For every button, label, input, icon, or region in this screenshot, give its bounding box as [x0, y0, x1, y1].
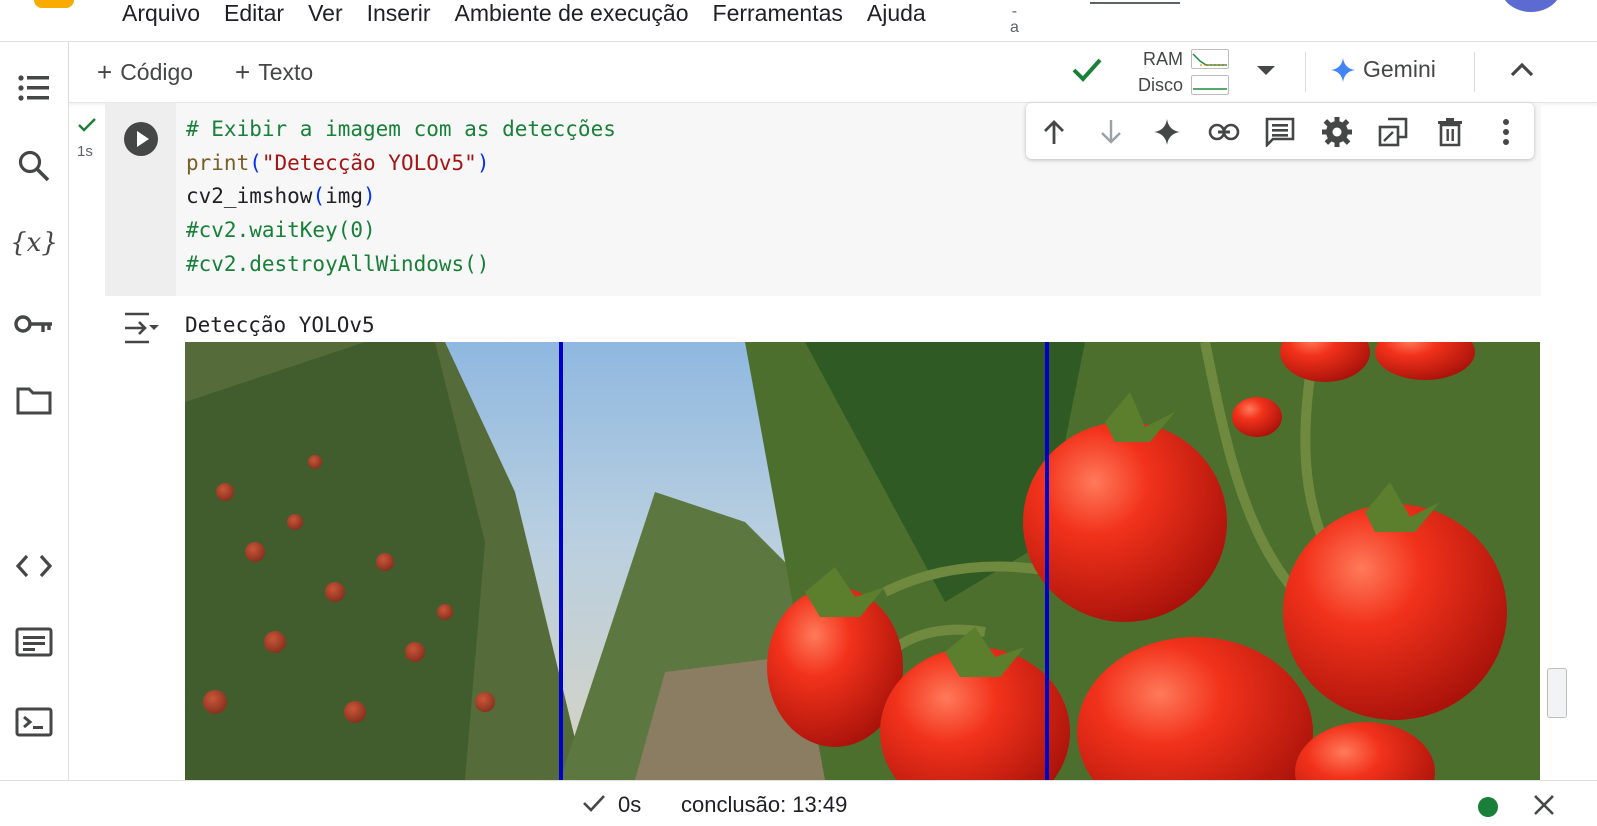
add-text-label: Texto: [258, 58, 314, 85]
link-icon[interactable]: [1208, 116, 1240, 148]
gemini-sparkle-icon: [1331, 57, 1355, 82]
runtime-status-dot: [1478, 797, 1498, 817]
status-completion: conclusão: 13:49: [681, 792, 848, 817]
output-actions-icon[interactable]: [123, 311, 161, 350]
command-palette-icon[interactable]: [14, 622, 54, 662]
cell-gutter: [105, 103, 176, 296]
code-line: #cv2.waitKey(0): [186, 218, 376, 243]
disk-sparkline: [1191, 75, 1229, 95]
connected-check-icon: [1071, 56, 1103, 89]
plus-icon: +: [235, 56, 251, 87]
left-sidebar: {𝑥}: [0, 42, 69, 780]
code-line: print("Detecção YOLOv5"): [186, 150, 490, 175]
status-check-icon: [582, 793, 606, 818]
close-icon[interactable]: [1532, 793, 1556, 822]
folder-icon[interactable]: [14, 380, 54, 420]
main-menu: Arquivo Editar Ver Inserir Ambiente de e…: [110, 0, 938, 28]
ram-sparkline: [1191, 49, 1229, 69]
scrollbar-thumb[interactable]: [1547, 668, 1567, 718]
code-line: cv2_imshow(img): [186, 184, 376, 209]
menu-ver[interactable]: Ver: [296, 0, 355, 28]
terminal-icon[interactable]: [14, 702, 54, 742]
add-code-button[interactable]: + Código: [97, 56, 193, 88]
table-of-contents-icon[interactable]: [14, 68, 54, 108]
menu-inserir[interactable]: Inserir: [355, 0, 443, 28]
gemini-sparkle-icon[interactable]: [1151, 116, 1183, 148]
gemini-button[interactable]: Gemini: [1331, 56, 1436, 83]
code-line: # Exibir a imagem com as detecções: [186, 117, 616, 141]
cell-output: Detecção YOLOv5: [105, 297, 1541, 780]
code-cell[interactable]: 1s # Exibir a imagem com as detecções pri…: [69, 103, 1597, 780]
search-icon[interactable]: [14, 146, 54, 186]
detection-line: [559, 342, 563, 780]
move-up-icon[interactable]: [1038, 116, 1070, 148]
plus-icon: +: [97, 56, 113, 87]
collapse-header-icon[interactable]: [1509, 60, 1535, 83]
disk-label: Disco: [1137, 74, 1183, 95]
run-cell-button[interactable]: [124, 122, 158, 156]
move-down-icon[interactable]: [1095, 116, 1127, 148]
menu-bar: Arquivo Editar Ver Inserir Ambiente de e…: [0, 0, 1597, 42]
menu-editar[interactable]: Editar: [212, 0, 296, 28]
status-exec-time: 0s: [618, 792, 642, 817]
mirror-cell-icon[interactable]: [1377, 116, 1409, 148]
settings-icon[interactable]: [1321, 116, 1353, 148]
toolbar-divider: [1474, 52, 1475, 92]
notebook-toolbar: + Código + Texto RAM Disco Gemini: [69, 42, 1597, 103]
code-line: #cv2.destroyAllWindows(): [186, 251, 490, 276]
execution-success-icon: [77, 117, 97, 138]
status-bar: 0s conclusão: 13:49: [0, 780, 1597, 826]
delete-icon[interactable]: [1434, 116, 1466, 148]
resources-dropdown-icon[interactable]: [1257, 66, 1275, 75]
resource-monitor[interactable]: RAM Disco: [1129, 46, 1229, 100]
code-text[interactable]: # Exibir a imagem com as detecções print(…: [186, 113, 616, 282]
cell-toolbar: [1026, 103, 1534, 159]
ram-label: RAM: [1143, 48, 1183, 69]
variables-icon[interactable]: {𝑥}: [10, 223, 58, 263]
detection-output-image: [185, 342, 1540, 780]
more-options-icon[interactable]: [1490, 116, 1522, 148]
colab-logo[interactable]: [34, 0, 74, 8]
toolbar-divider: [1305, 52, 1306, 92]
execution-time: 1s: [77, 143, 93, 160]
menu-fragment-text: - a: [1010, 3, 1019, 36]
menu-ambiente[interactable]: Ambiente de execução: [443, 0, 701, 28]
code-snippets-icon[interactable]: [14, 546, 54, 586]
avatar[interactable]: [1500, 0, 1562, 12]
detection-line: [1045, 342, 1049, 780]
add-text-button[interactable]: + Texto: [235, 56, 313, 88]
menu-arquivo[interactable]: Arquivo: [110, 0, 212, 28]
gemini-label: Gemini: [1363, 56, 1436, 82]
menu-ajuda[interactable]: Ajuda: [855, 0, 938, 28]
add-code-label: Código: [120, 58, 194, 85]
menu-ferramentas[interactable]: Ferramentas: [701, 0, 855, 28]
secrets-key-icon[interactable]: [14, 304, 54, 344]
comment-icon[interactable]: [1264, 116, 1296, 148]
menu-fragment-line: [1090, 0, 1180, 4]
output-text: Detecção YOLOv5: [185, 313, 375, 337]
